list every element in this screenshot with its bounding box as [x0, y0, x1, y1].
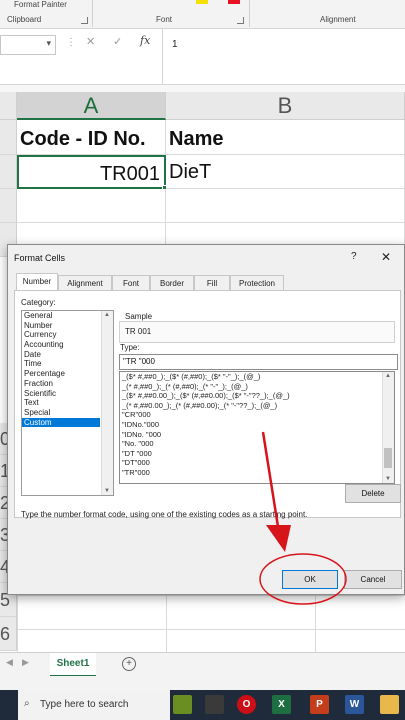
powerpoint-icon[interactable]: P	[310, 695, 329, 714]
excel-icon[interactable]: X	[272, 695, 291, 714]
annotation-arrowhead	[266, 525, 291, 552]
scroll-left-icon[interactable]: ◀	[6, 657, 13, 668]
sheet-tab-sheet1[interactable]: Sheet1	[50, 653, 96, 677]
task-view-icon[interactable]	[205, 695, 224, 714]
search-placeholder: Type here to search	[40, 699, 129, 710]
frog-app-icon[interactable]	[173, 695, 192, 714]
search-icon: ⌕	[24, 698, 30, 709]
sheet-tab-bar: ◀ ▶ Sheet1 +	[0, 652, 405, 677]
taskbar-search[interactable]: ⌕ Type here to search	[18, 690, 170, 720]
opera-icon[interactable]: O	[237, 695, 256, 714]
add-sheet-icon[interactable]: +	[122, 657, 136, 671]
annotation-arrow-line	[261, 431, 281, 534]
status-bar	[0, 676, 405, 690]
word-icon[interactable]: W	[345, 695, 364, 714]
scroll-right-icon[interactable]: ▶	[22, 657, 29, 668]
annotation-circle	[259, 553, 347, 605]
file-explorer-icon[interactable]	[380, 695, 399, 714]
annotation-overlay	[259, 431, 347, 605]
taskbar: ⌕ Type here to search O X P W	[0, 690, 405, 720]
